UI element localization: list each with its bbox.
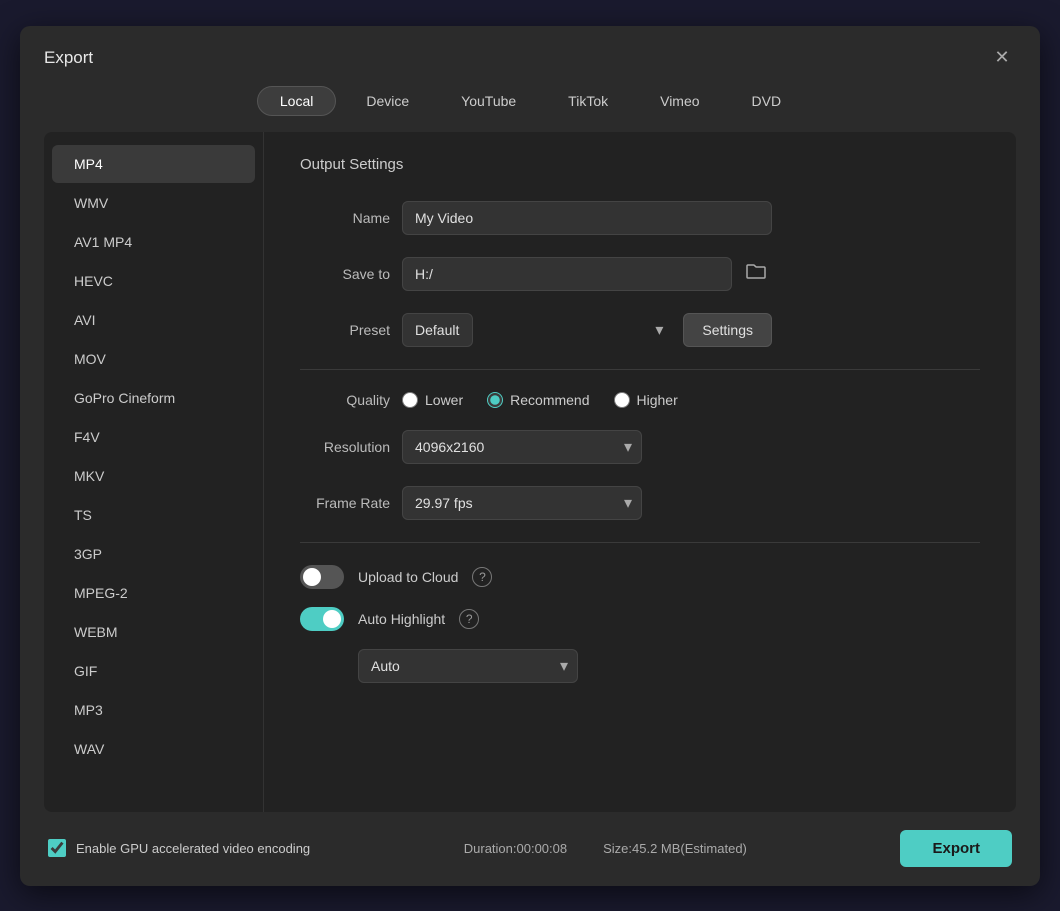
- tab-local[interactable]: Local: [257, 86, 336, 116]
- gpu-checkbox-label[interactable]: Enable GPU accelerated video encoding: [48, 839, 310, 857]
- auto-highlight-toggle[interactable]: [300, 607, 344, 631]
- gpu-checkbox[interactable]: [48, 839, 66, 857]
- auto-highlight-row: Auto Highlight ?: [300, 607, 980, 631]
- format-mp4[interactable]: MP4: [52, 145, 255, 183]
- auto-dropdown-wrapper: Auto: [358, 649, 578, 683]
- tab-device[interactable]: Device: [344, 86, 431, 116]
- format-mpeg2[interactable]: MPEG-2: [52, 574, 255, 612]
- format-3gp[interactable]: 3GP: [52, 535, 255, 573]
- preset-label: Preset: [300, 322, 390, 338]
- quality-higher-radio[interactable]: [614, 392, 630, 408]
- footer: Enable GPU accelerated video encoding Du…: [20, 812, 1040, 885]
- quality-options: Lower Recommend Higher: [402, 392, 678, 408]
- tab-tiktok[interactable]: TikTok: [546, 86, 630, 116]
- dialog-header: Export ✕: [20, 26, 1040, 86]
- format-gif[interactable]: GIF: [52, 652, 255, 690]
- dialog-title: Export: [44, 48, 93, 68]
- divider-2: [300, 542, 980, 543]
- quality-lower-radio[interactable]: [402, 392, 418, 408]
- settings-button[interactable]: Settings: [683, 313, 772, 347]
- format-mov[interactable]: MOV: [52, 340, 255, 378]
- export-dialog: Export ✕ Local Device YouTube TikTok Vim…: [20, 26, 1040, 886]
- format-mkv[interactable]: MKV: [52, 457, 255, 495]
- export-button[interactable]: Export: [900, 830, 1012, 867]
- auto-dropdown-row: Auto: [358, 649, 980, 683]
- format-list: MP4 WMV AV1 MP4 HEVC AVI MOV GoPro Cinef…: [44, 132, 264, 812]
- format-mp3[interactable]: MP3: [52, 691, 255, 729]
- quality-row: Quality Lower Recommend Higher: [300, 392, 980, 408]
- quality-higher-option[interactable]: Higher: [614, 392, 678, 408]
- name-label: Name: [300, 210, 390, 226]
- preset-row: Preset Default Settings: [300, 313, 980, 347]
- resolution-select[interactable]: 4096x2160: [402, 430, 642, 464]
- upload-cloud-label: Upload to Cloud: [358, 569, 458, 585]
- preset-select-wrapper: Default: [402, 313, 673, 347]
- close-button[interactable]: ✕: [988, 44, 1016, 72]
- frame-rate-select-wrapper: 29.97 fps: [402, 486, 642, 520]
- tab-dvd[interactable]: DVD: [730, 86, 804, 116]
- upload-cloud-row: Upload to Cloud ?: [300, 565, 980, 589]
- auto-dropdown-select[interactable]: Auto: [358, 649, 578, 683]
- upload-cloud-slider: [300, 565, 344, 589]
- name-row: Name: [300, 201, 980, 235]
- preset-field: Default Settings: [402, 313, 772, 347]
- format-ts[interactable]: TS: [52, 496, 255, 534]
- content-area: MP4 WMV AV1 MP4 HEVC AVI MOV GoPro Cinef…: [44, 132, 1016, 812]
- folder-browse-button[interactable]: [740, 258, 772, 289]
- upload-cloud-toggle[interactable]: [300, 565, 344, 589]
- footer-info: Duration:00:00:08 Size:45.2 MB(Estimated…: [334, 841, 876, 856]
- save-to-row: Save to: [300, 257, 980, 291]
- quality-recommend-label: Recommend: [510, 392, 589, 408]
- quality-recommend-option[interactable]: Recommend: [487, 392, 589, 408]
- tab-youtube[interactable]: YouTube: [439, 86, 538, 116]
- name-input[interactable]: [402, 201, 772, 235]
- output-panel: Output Settings Name Save to: [264, 132, 1016, 812]
- auto-highlight-slider: [300, 607, 344, 631]
- format-webm[interactable]: WEBM: [52, 613, 255, 651]
- frame-rate-select[interactable]: 29.97 fps: [402, 486, 642, 520]
- quality-lower-label: Lower: [425, 392, 463, 408]
- format-wmv[interactable]: WMV: [52, 184, 255, 222]
- quality-lower-option[interactable]: Lower: [402, 392, 463, 408]
- format-f4v[interactable]: F4V: [52, 418, 255, 456]
- output-settings-title: Output Settings: [300, 156, 980, 173]
- quality-higher-label: Higher: [637, 392, 678, 408]
- quality-label: Quality: [300, 392, 390, 408]
- tabs-bar: Local Device YouTube TikTok Vimeo DVD: [20, 86, 1040, 132]
- duration-info: Duration:00:00:08: [464, 841, 567, 856]
- preset-select[interactable]: Default: [402, 313, 473, 347]
- auto-highlight-help-icon[interactable]: ?: [459, 609, 479, 629]
- auto-highlight-label: Auto Highlight: [358, 611, 445, 627]
- frame-rate-label: Frame Rate: [300, 495, 390, 511]
- gpu-label: Enable GPU accelerated video encoding: [76, 841, 310, 856]
- upload-cloud-help-icon[interactable]: ?: [472, 567, 492, 587]
- resolution-label: Resolution: [300, 439, 390, 455]
- format-wav[interactable]: WAV: [52, 730, 255, 768]
- save-to-field: [402, 257, 772, 291]
- format-av1mp4[interactable]: AV1 MP4: [52, 223, 255, 261]
- save-to-input[interactable]: [402, 257, 732, 291]
- divider-1: [300, 369, 980, 370]
- quality-recommend-radio[interactable]: [487, 392, 503, 408]
- format-gopro[interactable]: GoPro Cineform: [52, 379, 255, 417]
- format-hevc[interactable]: HEVC: [52, 262, 255, 300]
- tab-vimeo[interactable]: Vimeo: [638, 86, 721, 116]
- save-to-label: Save to: [300, 266, 390, 282]
- size-info: Size:45.2 MB(Estimated): [603, 841, 747, 856]
- format-avi[interactable]: AVI: [52, 301, 255, 339]
- frame-rate-row: Frame Rate 29.97 fps: [300, 486, 980, 520]
- resolution-select-wrapper: 4096x2160: [402, 430, 642, 464]
- resolution-row: Resolution 4096x2160: [300, 430, 980, 464]
